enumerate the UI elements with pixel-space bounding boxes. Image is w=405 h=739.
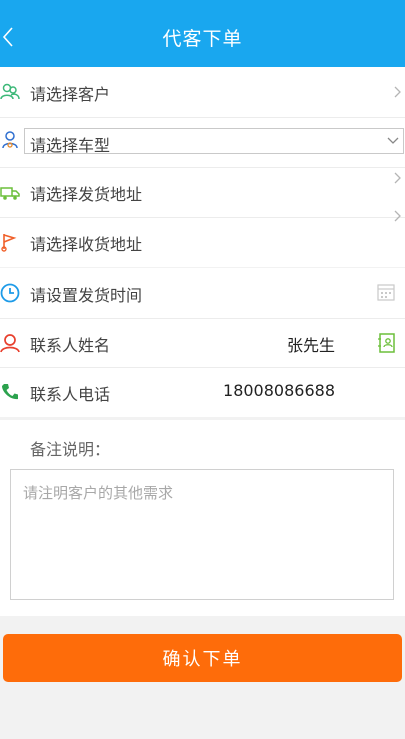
- users-icon: [0, 83, 20, 100]
- header-bar: 代客下单: [0, 0, 405, 67]
- truck-icon: [0, 187, 20, 200]
- calendar-icon[interactable]: [377, 283, 395, 301]
- contact-name-label: 联系人姓名: [30, 336, 111, 355]
- contact-phone-label: 联系人电话: [30, 385, 111, 404]
- vehicle-type-value: 请选择车型: [30, 136, 111, 155]
- contact-phone-value[interactable]: 18008086688: [223, 381, 335, 400]
- delivery-address-label: 请选择收货地址: [30, 235, 143, 254]
- ship-time-label: 请设置发货时间: [30, 286, 143, 305]
- select-customer-row[interactable]: 请选择客户: [0, 67, 405, 117]
- phone-icon: [2, 384, 18, 400]
- page-title: 代客下单: [162, 28, 243, 50]
- contact-name-row[interactable]: 联系人姓名 张先生: [0, 318, 405, 368]
- contact-phone-row[interactable]: 联系人电话 18008086688: [0, 367, 405, 417]
- pickup-address-row[interactable]: 请选择发货地址: [0, 167, 405, 217]
- notes-textarea[interactable]: [10, 469, 394, 600]
- contacts-book-icon[interactable]: [378, 333, 396, 353]
- chevron-right-icon: [394, 86, 401, 98]
- chevron-right-icon: [394, 172, 401, 184]
- person-icon: [0, 334, 20, 353]
- vehicle-type-select[interactable]: 请选择车型: [24, 128, 404, 155]
- chevron-right-icon: [394, 210, 401, 222]
- notes-title: 备注说明：: [30, 440, 111, 459]
- delivery-address-row[interactable]: 请选择收货地址: [0, 210, 405, 267]
- flag-icon: [1, 234, 17, 252]
- confirm-order-button[interactable]: 确认下单: [3, 634, 402, 682]
- contact-name-value[interactable]: 张先生: [287, 332, 335, 356]
- chevron-down-icon: [387, 137, 399, 144]
- pickup-address-label: 请选择发货地址: [30, 185, 143, 204]
- ship-time-row[interactable]: 请设置发货时间: [0, 268, 405, 318]
- driver-icon: [2, 131, 18, 149]
- clock-icon: [0, 283, 20, 303]
- select-customer-label: 请选择客户: [30, 85, 111, 104]
